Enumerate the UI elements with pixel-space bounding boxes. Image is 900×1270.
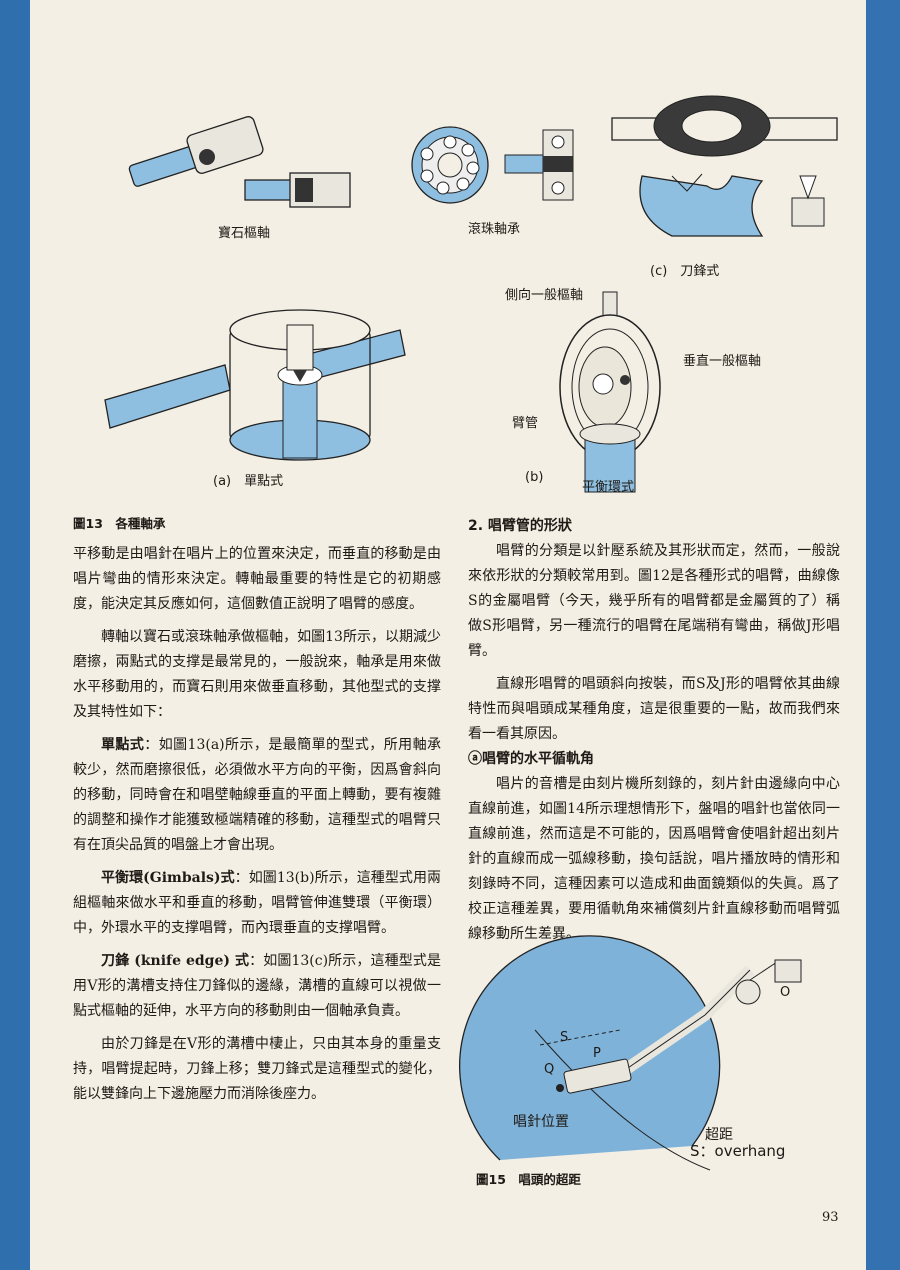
label-jewel-pivot: 寶石樞軸 [218, 226, 271, 241]
page-number: 93 [822, 1210, 839, 1225]
left-column: 平移動是由唱針在唱片上的位置來決定，而垂直的移動是由唱片彎曲的情形來決定。轉軸最… [73, 542, 441, 1107]
label-gimbal: 平衡環式 [582, 480, 635, 495]
right-paragraph-3: 唱片的音槽是由刻片機所刻錄的，刻片針由邊緣向中心直線前進，如圖14所示理想情形下… [468, 776, 840, 942]
section-title: 2. 唱臂管的形狀 [468, 518, 572, 534]
right-column: 2. 唱臂管的形狀 唱臂的分類是以針壓系統及其形狀而定，然而，一般說來依形狀的分… [468, 514, 840, 947]
term-single-point: 單點式 [101, 737, 145, 753]
label-p: P [593, 1046, 601, 1061]
label-q: Q [544, 1062, 555, 1077]
right-paragraph-2: 直線形唱臂的唱頭斜向按裝，而S及J形的唱臂依其曲線特性而與唱頭成某種角度，這是很… [468, 676, 840, 742]
ball-bearing-illustration [411, 126, 574, 204]
subsection-title: ⓐ唱臂的水平循軌角 [468, 751, 594, 767]
left-paragraph-5: 刀鋒 (knife edge) 式：如圖13(c)所示，這種型式是用V形的溝槽支… [73, 949, 441, 1024]
left-paragraph-3: 單點式：如圖13(a)所示，是最簡單的型式，所用軸承較少，然而磨擦很低，必須做水… [73, 733, 441, 858]
label-single-point: (a) 單點式 [213, 474, 284, 489]
figure13-caption: 圖13 各種軸承 [73, 516, 166, 531]
label-arm-tube: 臂管 [512, 416, 539, 431]
left-paragraph-2: 轉軸以寶石或滾珠軸承做樞軸，如圖13所示，以期減少磨擦，兩點式的支撑是最常見的，… [73, 629, 441, 720]
knife-edge-illustration [611, 95, 838, 237]
single-point-illustration [104, 309, 406, 461]
jewel-pivot-illustration [128, 116, 351, 208]
figure15-caption: 圖15 唱頭的超距 [476, 1172, 581, 1187]
label-stylus-position: 唱針位置 [513, 1114, 569, 1130]
left-paragraph-3-text: ：如圖13(a)所示，是最簡單的型式，所用軸承較少，然而磨擦很低，必須做水平方向… [73, 737, 441, 853]
label-vertical-pivot: 垂直一般樞軸 [683, 354, 762, 369]
term-knife-edge: 刀鋒 (knife edge) 式 [101, 953, 250, 969]
label-side-pivot: 側向一般樞軸 [505, 288, 584, 303]
right-paragraph-1: 唱臂的分類是以針壓系統及其形狀而定，然而，一般說來依形狀的分類較常用到。圖12是… [468, 543, 840, 659]
label-overhang-en: S：overhang [690, 1142, 786, 1160]
label-s: S [560, 1030, 569, 1045]
label-o: O [780, 985, 791, 1000]
label-knife-edge: (c) 刀鋒式 [650, 264, 720, 279]
label-ball-bearing: 滾珠軸承 [468, 222, 521, 237]
left-paragraph-4: 平衡環(Gimbals)式：如圖13(b)所示，這種型式用兩組樞軸來做水平和垂直… [73, 866, 441, 941]
left-paragraph-6: 由於刀鋒是在V形的溝槽中棲止，只由其本身的重量支持，唱臂提起時，刀鋒上移；雙刀鋒… [73, 1036, 441, 1102]
label-b: (b) [525, 470, 544, 485]
gimbal-illustration [559, 291, 661, 493]
term-gimbals: 平衡環(Gimbals)式 [101, 870, 235, 886]
page-edge [866, 0, 900, 1270]
left-paragraph-1: 平移動是由唱針在唱片上的位置來決定，而垂直的移動是由唱片彎曲的情形來決定。轉軸最… [73, 546, 441, 612]
